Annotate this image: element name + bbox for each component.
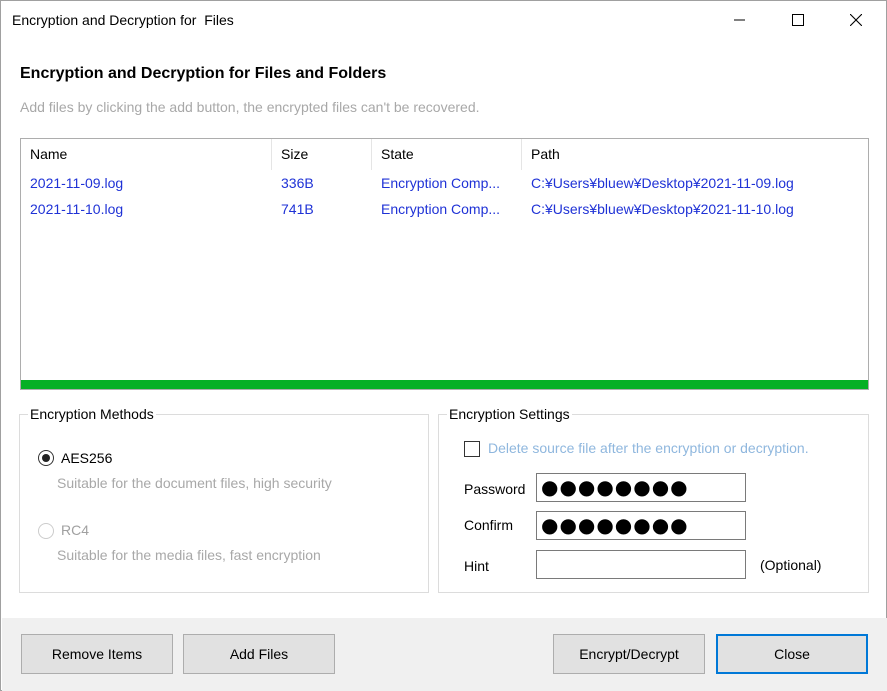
maximize-button[interactable] <box>775 1 821 39</box>
footer-bar: Remove Items Add Files Encrypt/Decrypt C… <box>2 618 887 691</box>
delete-source-checkbox[interactable] <box>464 441 480 457</box>
rc4-description: Suitable for the media files, fast encry… <box>57 547 321 563</box>
column-header-state[interactable]: State <box>372 139 522 170</box>
close-window-button[interactable] <box>833 1 879 39</box>
encryption-methods-label: Encryption Methods <box>28 406 156 422</box>
file-list[interactable]: Name Size State Path 2021-11-09.log 336B… <box>20 138 869 390</box>
encryption-settings-label: Encryption Settings <box>447 406 572 422</box>
window-title: Encryption and Decryption for Files <box>12 12 234 28</box>
remove-items-button[interactable]: Remove Items <box>21 634 173 674</box>
column-header-name[interactable]: Name <box>21 139 272 170</box>
file-name-cell: 2021-11-09.log <box>30 175 124 191</box>
encryption-settings-group: Encryption Settings Delete source file a… <box>438 406 869 593</box>
aes256-radio[interactable] <box>38 450 54 466</box>
encrypt-decrypt-button[interactable]: Encrypt/Decrypt <box>553 634 705 674</box>
hint-optional-label: (Optional) <box>760 557 822 573</box>
progress-bar <box>21 380 868 389</box>
file-name-cell: 2021-11-10.log <box>30 201 124 217</box>
page-subtitle: Add files by clicking the add button, th… <box>20 99 480 115</box>
close-icon <box>850 14 862 26</box>
file-size-cell: 741B <box>281 201 314 217</box>
file-state-cell: Encryption Comp... <box>381 201 501 217</box>
app-window: Encryption and Decryption for Files Encr… <box>0 0 887 691</box>
table-row[interactable]: 2021-11-09.log 336B Encryption Comp... C… <box>21 170 868 196</box>
file-path-cell: C:¥Users¥bluew¥Desktop¥2021-11-10.log <box>531 201 794 217</box>
rc4-radio[interactable] <box>38 523 54 539</box>
encryption-methods-group: Encryption Methods AES256 Suitable for t… <box>19 406 429 593</box>
column-header-path[interactable]: Path <box>522 139 868 170</box>
minimize-button[interactable] <box>717 1 763 39</box>
maximize-icon <box>792 14 804 26</box>
password-field[interactable]: ●●●●●●●● <box>536 473 746 502</box>
hint-label: Hint <box>464 558 489 574</box>
rc4-label[interactable]: RC4 <box>61 522 89 538</box>
file-size-cell: 336B <box>281 175 314 191</box>
hint-field[interactable] <box>536 550 746 579</box>
confirm-label: Confirm <box>464 517 514 533</box>
aes256-label[interactable]: AES256 <box>61 450 112 466</box>
column-header-size[interactable]: Size <box>272 139 372 170</box>
file-list-header: Name Size State Path <box>21 139 868 170</box>
title-bar[interactable]: Encryption and Decryption for Files <box>1 1 886 39</box>
close-button[interactable]: Close <box>716 634 868 674</box>
minimize-icon <box>734 19 745 21</box>
table-row[interactable]: 2021-11-10.log 741B Encryption Comp... C… <box>21 196 868 222</box>
confirm-password-field[interactable]: ●●●●●●●● <box>536 511 746 540</box>
progress-bar-fill <box>21 380 868 389</box>
delete-source-label[interactable]: Delete source file after the encryption … <box>488 440 809 456</box>
add-files-button[interactable]: Add Files <box>183 634 335 674</box>
page-title: Encryption and Decryption for Files and … <box>20 65 387 82</box>
file-state-cell: Encryption Comp... <box>381 175 501 191</box>
password-label: Password <box>464 481 526 497</box>
aes256-description: Suitable for the document files, high se… <box>57 475 332 491</box>
file-path-cell: C:¥Users¥bluew¥Desktop¥2021-11-09.log <box>531 175 794 191</box>
